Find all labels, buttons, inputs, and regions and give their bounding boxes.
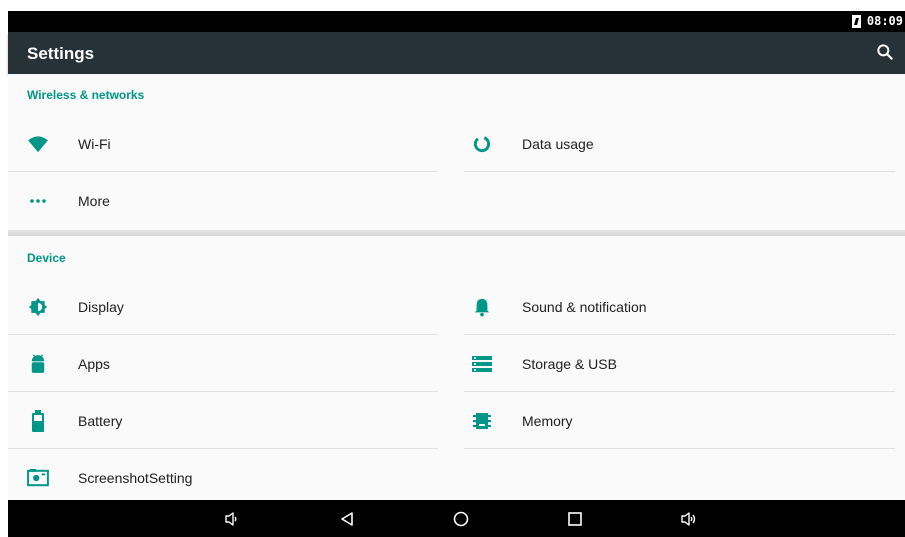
section-header-wireless: Wireless & networks (27, 88, 145, 102)
screenshot-icon (27, 467, 49, 489)
settings-item-label: Memory (522, 412, 573, 429)
settings-item-memory[interactable]: Memory (452, 392, 905, 449)
volume-up-button[interactable] (678, 508, 700, 530)
battery-charging-icon (851, 14, 861, 28)
settings-item-battery[interactable]: Battery (8, 392, 454, 449)
more-dots-icon (27, 190, 49, 212)
settings-item-screenshot[interactable]: ScreenshotSetting (8, 449, 454, 500)
back-icon (341, 512, 353, 526)
settings-item-label: Battery (78, 412, 123, 429)
status-bar: 08:09 (8, 11, 905, 32)
data-usage-icon (471, 133, 493, 155)
memory-chip-icon (471, 410, 493, 432)
settings-item-label: Wi-Fi (78, 135, 111, 152)
settings-item-label: Data usage (522, 135, 594, 152)
settings-item-label: Storage & USB (522, 355, 617, 372)
settings-item-label: More (78, 192, 110, 209)
status-time: 08:09 (866, 14, 903, 28)
home-button[interactable] (450, 508, 472, 530)
bell-icon (471, 296, 493, 318)
app-bar: Settings (8, 32, 905, 74)
settings-item-label: ScreenshotSetting (78, 469, 193, 486)
volume-up-icon (681, 512, 696, 526)
settings-item-label: Sound & notification (522, 298, 647, 315)
wifi-icon (27, 133, 49, 155)
search-button[interactable] (875, 42, 895, 62)
volume-down-icon (225, 512, 237, 526)
battery-icon (27, 409, 49, 432)
recents-button[interactable] (564, 508, 586, 530)
recents-icon (568, 512, 582, 526)
settings-item-more[interactable]: More (8, 172, 454, 229)
volume-down-button[interactable] (221, 508, 243, 530)
section-header-device: Device (27, 251, 66, 265)
navigation-bar (8, 500, 905, 537)
storage-icon (471, 353, 493, 375)
back-button[interactable] (336, 508, 358, 530)
section-divider (8, 230, 905, 236)
settings-item-display[interactable]: Display (8, 278, 454, 335)
settings-item-wifi[interactable]: Wi-Fi (8, 115, 454, 172)
settings-item-data-usage[interactable]: Data usage (452, 115, 905, 172)
home-icon (453, 511, 469, 527)
settings-item-label: Display (78, 298, 124, 315)
settings-item-sound-notification[interactable]: Sound & notification (452, 278, 905, 335)
divider (464, 448, 895, 449)
page-title: Settings (27, 44, 95, 63)
settings-item-storage-usb[interactable]: Storage & USB (452, 335, 905, 392)
settings-item-label: Apps (78, 355, 110, 372)
display-brightness-icon (27, 296, 49, 318)
settings-item-apps[interactable]: Apps (8, 335, 454, 392)
android-icon (27, 353, 49, 375)
search-icon (877, 44, 893, 60)
settings-list: Wireless & networks Wi-Fi Data usage Mor… (8, 74, 905, 500)
divider (464, 171, 895, 172)
status-right: 08:09 (851, 14, 903, 28)
